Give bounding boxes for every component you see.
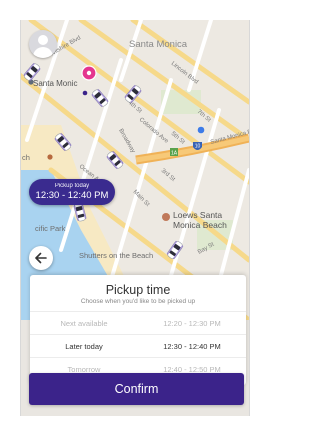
current-location-dot (197, 126, 205, 134)
hotel-marker-icon (162, 213, 170, 221)
option-label: Later today (65, 342, 103, 351)
city-marker-label: Santa Monic (33, 79, 77, 88)
option-time: 12:30 - 12:40 PM (163, 342, 221, 351)
app-screen: 1A 10 Wilshire Blvd Lincoln Blvd 4th St … (20, 20, 250, 416)
pickup-time-bubble[interactable]: Pickup today 12:30 - 12:40 PM (29, 179, 115, 205)
pacific-park-label: cific Park (35, 224, 66, 233)
confirm-button[interactable]: Confirm (29, 373, 244, 405)
hwy1-label: 1A (171, 151, 178, 157)
profile-avatar[interactable] (29, 30, 57, 58)
person-icon (38, 35, 48, 45)
option-later-today[interactable]: Later today 12:30 - 12:40 PM (30, 334, 246, 357)
option-label: Next available (60, 319, 108, 328)
pickup-bubble-label: Pickup today (54, 183, 90, 189)
poi-loews-line2: Monica Beach (173, 220, 227, 230)
sheet-subtitle: Choose when you'd like to be picked up (80, 298, 196, 305)
back-button[interactable] (29, 246, 53, 270)
poi-loews-line1: Loews Santa (173, 210, 222, 220)
arrow-left-icon (35, 252, 47, 264)
i10-label: 10 (195, 144, 201, 150)
pickup-dot (82, 90, 88, 96)
left-edge-label: ch (22, 153, 30, 162)
option-next-available[interactable]: Next available 12:20 - 12:30 PM (30, 311, 246, 334)
sheet-title: Pickup time (105, 283, 171, 297)
pickup-bubble-time: 12:30 - 12:40 PM (35, 190, 109, 201)
shutters-label: Shutters on the Beach (79, 251, 153, 260)
poi-marker (47, 154, 53, 160)
pickup-time-sheet: Pickup time Choose when you'd like to be… (30, 275, 246, 385)
option-time: 12:20 - 12:30 PM (163, 319, 221, 328)
city-label: Santa Monica (129, 39, 188, 50)
